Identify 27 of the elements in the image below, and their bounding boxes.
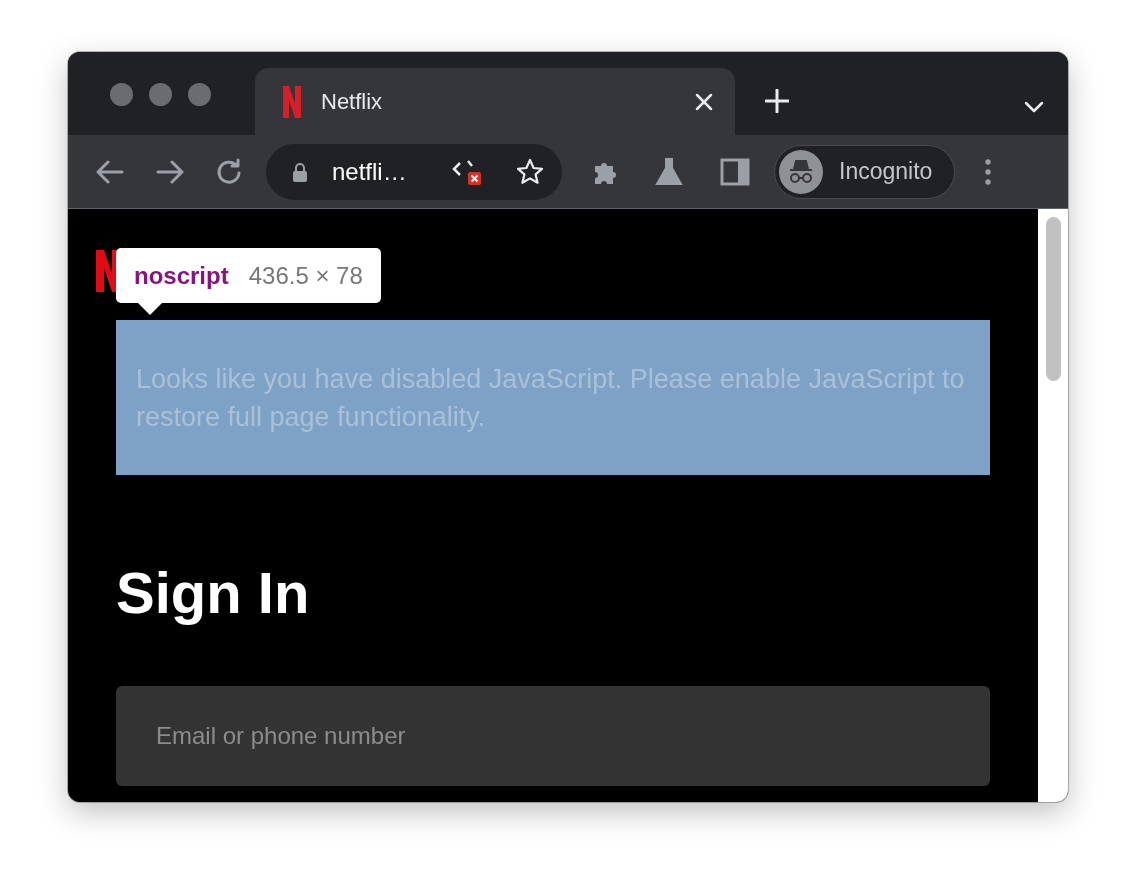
browser-tab[interactable]: Netflix xyxy=(255,68,735,135)
star-icon[interactable] xyxy=(516,157,544,186)
address-bar[interactable]: netfli… xyxy=(266,143,562,200)
address-text: netfli… xyxy=(332,157,408,186)
element-size: 436.5 × 78 xyxy=(248,261,363,290)
element-tag: noscript xyxy=(134,261,229,290)
page-heading: Sign In xyxy=(116,559,311,626)
chevron-down-icon[interactable] xyxy=(1024,101,1044,113)
close-icon[interactable] xyxy=(695,92,713,111)
side-panel-icon[interactable] xyxy=(720,157,750,186)
incognito-profile-button[interactable]: Incognito xyxy=(774,144,956,199)
back-icon[interactable] xyxy=(96,159,124,184)
profile-label: Incognito xyxy=(839,158,933,185)
more-menu-icon[interactable] xyxy=(985,158,992,185)
tab-title: Netflix xyxy=(321,88,384,115)
scrollbar[interactable] xyxy=(1038,209,1068,802)
scrollbar-thumb[interactable] xyxy=(1045,217,1061,381)
forward-icon[interactable] xyxy=(156,159,184,184)
email-field[interactable]: Email or phone number xyxy=(116,686,990,786)
window-control-icon[interactable] xyxy=(149,83,172,106)
incognito-icon xyxy=(779,149,823,194)
plus-icon[interactable] xyxy=(765,89,789,113)
flask-icon[interactable] xyxy=(654,156,684,187)
window-control-icon[interactable] xyxy=(110,83,133,106)
logo-icon xyxy=(283,85,301,118)
lock-icon xyxy=(292,161,308,182)
window-control-icon[interactable] xyxy=(188,83,211,106)
